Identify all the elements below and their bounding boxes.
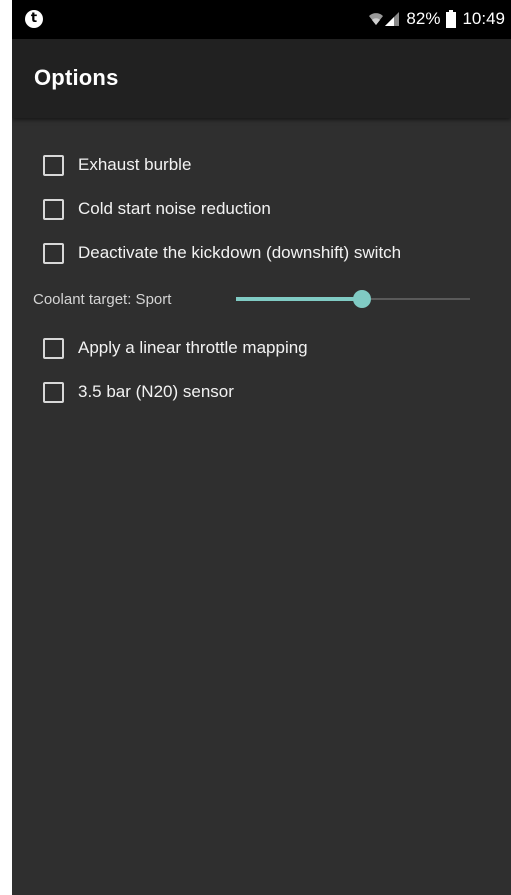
option-label: Deactivate the kickdown (downshift) swit… (78, 243, 402, 262)
slider-thumb[interactable] (353, 290, 371, 308)
battery-icon (446, 10, 457, 28)
option-label: 3.5 bar (N20) sensor (78, 382, 234, 401)
page-title: Options (34, 65, 119, 90)
status-bar: t 82% 10:49 (12, 0, 511, 39)
option-cold-start-noise-reduction[interactable]: Cold start noise reduction (43, 194, 271, 224)
checkbox[interactable] (43, 154, 64, 176)
option-label: Cold start noise reduction (78, 199, 271, 218)
option-deactivate-kickdown[interactable]: Deactivate the kickdown (downshift) swit… (43, 238, 401, 268)
tumblr-icon: t (25, 10, 43, 28)
battery-percent: 82% (406, 9, 441, 28)
option-linear-throttle-mapping[interactable]: Apply a linear throttle mapping (43, 333, 308, 363)
checkbox[interactable] (43, 381, 64, 403)
clock: 10:49 (462, 9, 505, 28)
checkbox[interactable] (43, 337, 64, 359)
coolant-target-slider-row: Coolant target: Sport (33, 285, 503, 315)
phone-screen: t 82% 10:49 Options Exhaust burble Cold … (12, 0, 511, 895)
option-3-5-bar-sensor[interactable]: 3.5 bar (N20) sensor (43, 377, 234, 407)
wifi-icon (368, 11, 384, 27)
checkbox[interactable] (43, 242, 64, 264)
option-exhaust-burble[interactable]: Exhaust burble (43, 150, 191, 180)
app-bar: Options (12, 39, 511, 118)
option-label: Exhaust burble (78, 155, 192, 174)
status-icons: 82% 10:49 (368, 8, 505, 30)
signal-icon (384, 11, 400, 27)
slider-track-fill (236, 297, 362, 301)
checkbox[interactable] (43, 198, 64, 220)
slider-label: Coolant target: Sport (33, 291, 172, 308)
option-label: Apply a linear throttle mapping (78, 338, 308, 357)
